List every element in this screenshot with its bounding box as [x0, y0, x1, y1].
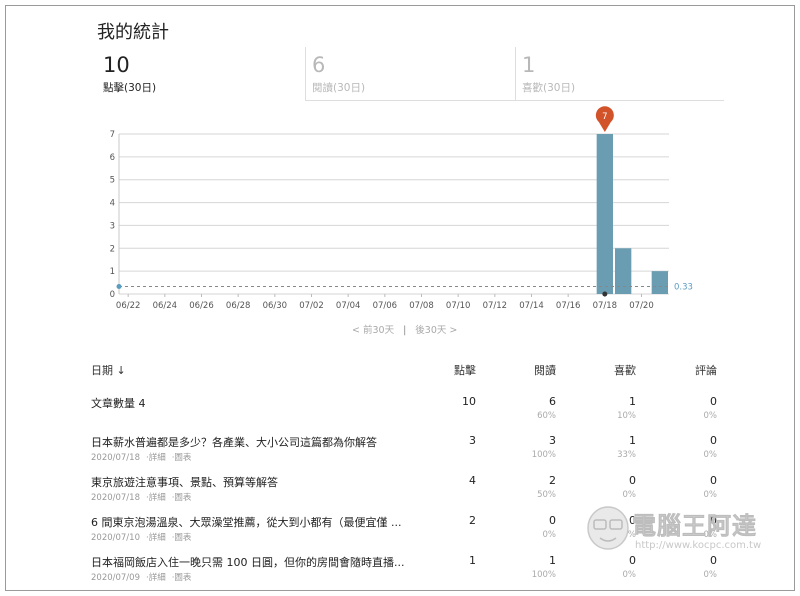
- post-chart-link[interactable]: ·圖表: [172, 453, 192, 463]
- y-tick-label: 5: [110, 176, 115, 186]
- post-date: 2020/07/18: [91, 453, 140, 463]
- chart-bar: [651, 271, 668, 294]
- post-reads-pct: 50%: [537, 490, 556, 500]
- post-chart-link[interactable]: ·圖表: [172, 493, 192, 503]
- summary-title: 文章數量 4: [91, 397, 146, 410]
- x-tick-label: 07/16: [556, 301, 581, 311]
- post-reads-pct: 100%: [531, 450, 556, 460]
- post-clicks: 1: [469, 554, 476, 567]
- post-reads: 1: [549, 554, 556, 567]
- post-comments-pct: 0%: [703, 570, 718, 580]
- x-tick-label: 07/14: [519, 301, 544, 311]
- x-tick-label: 07/18: [593, 301, 618, 311]
- x-tick-label: 06/28: [226, 301, 251, 311]
- summary-likes-pct: 10%: [617, 411, 636, 421]
- post-meta: 2020/07/10 ·詳細 ·圖表: [91, 531, 197, 543]
- post-date: 2020/07/18: [91, 493, 140, 503]
- header-likes[interactable]: 喜歡: [576, 362, 636, 378]
- post-reads: 2: [549, 474, 556, 487]
- post-meta: 2020/07/09 ·詳細 ·圖表: [91, 571, 197, 583]
- post-clicks: 3: [469, 434, 476, 447]
- average-dot: [116, 283, 122, 289]
- x-tick-label: 07/04: [336, 301, 361, 311]
- post-detail-link[interactable]: ·詳細: [146, 493, 166, 503]
- post-clicks: 4: [469, 474, 476, 487]
- mascot-icon: [587, 506, 629, 550]
- header-comments[interactable]: 評論: [657, 362, 717, 378]
- x-tick-label: 07/02: [299, 301, 324, 311]
- y-tick-label: 0: [110, 290, 115, 300]
- clicks-bar-chart: 0 1 2 3 4 5 6 7 0.33 06/22 06/24 06/26 06/28 06/30 07/…: [110, 106, 693, 311]
- x-tick-label: 07/12: [483, 301, 508, 311]
- y-tick-label: 6: [110, 153, 115, 163]
- next-30-days-link[interactable]: 後30天 >: [415, 325, 457, 336]
- chart-bar: [615, 248, 632, 294]
- summary-clicks: 10: [462, 395, 476, 408]
- chart-bar: [596, 134, 613, 294]
- post-title-link[interactable]: 日本薪水普遍都是多少？各產業、大小公司這篇都為你解答: [91, 434, 377, 450]
- post-date: 2020/07/10: [91, 533, 140, 543]
- post-detail-link[interactable]: ·詳細: [146, 573, 166, 583]
- post-reads: 3: [549, 434, 556, 447]
- max-value-label: 7: [602, 112, 607, 122]
- summary-reads-pct: 60%: [537, 411, 556, 421]
- pager-divider: |: [403, 325, 407, 336]
- post-comments-pct: 0%: [703, 490, 718, 500]
- post-meta: 2020/07/18 ·詳細 ·圖表: [91, 451, 197, 463]
- x-tick-label: 06/22: [116, 301, 141, 311]
- post-reads: 0: [549, 514, 556, 527]
- summary-comments-pct: 0%: [703, 411, 718, 421]
- x-tick-label: 06/26: [189, 301, 214, 311]
- x-tick-label: 06/30: [263, 301, 288, 311]
- post-comments-pct: 0%: [703, 450, 718, 460]
- watermark-url: http://www.kocpc.com.tw: [635, 540, 762, 551]
- header-reads[interactable]: 閱讀: [496, 362, 556, 378]
- x-tick-label: 07/06: [373, 301, 398, 311]
- post-likes: 0: [629, 474, 636, 487]
- post-reads-pct: 0%: [542, 530, 557, 540]
- x-tick-label: 07/10: [446, 301, 471, 311]
- summary-reads: 6: [549, 395, 556, 408]
- prev-30-days-link[interactable]: < 前30天: [352, 325, 394, 336]
- header-clicks[interactable]: 點擊: [416, 362, 476, 378]
- average-label: 0.33: [674, 282, 693, 292]
- post-likes-pct: 0%: [622, 570, 637, 580]
- summary-comments: 0: [710, 395, 717, 408]
- post-title-link[interactable]: 6 間東京泡湯溫泉、大眾澡堂推薦，從大到小都有（最便宜僅 ...: [91, 514, 401, 530]
- post-comments: 0: [710, 474, 717, 487]
- table-row: 日本薪水普遍都是多少？各產業、大小公司這篇都為你解答 2020/07/18 ·詳細…: [91, 434, 721, 472]
- x-tick-label: 06/24: [153, 301, 178, 311]
- x-tick-label: 07/20: [629, 301, 654, 311]
- post-chart-link[interactable]: ·圖表: [172, 573, 192, 583]
- post-likes-pct: 33%: [617, 450, 636, 460]
- post-likes-pct: 0%: [622, 490, 637, 500]
- post-comments: 0: [710, 434, 717, 447]
- y-tick-label: 7: [110, 130, 115, 140]
- post-title-link[interactable]: 東京旅遊注意事項、景點、預算等解答: [91, 474, 278, 490]
- post-date: 2020/07/09: [91, 573, 140, 583]
- post-chart-link[interactable]: ·圖表: [172, 533, 192, 543]
- watermark-text: 電腦王阿達: [632, 512, 757, 541]
- post-likes: 1: [629, 434, 636, 447]
- post-meta: 2020/07/18 ·詳細 ·圖表: [91, 491, 197, 503]
- post-clicks: 2: [469, 514, 476, 527]
- y-tick-label: 2: [110, 244, 115, 254]
- x-tick-label: 07/08: [409, 301, 434, 311]
- chart-pager: < 前30天 | 後30天 >: [352, 322, 457, 336]
- post-detail-link[interactable]: ·詳細: [146, 453, 166, 463]
- post-reads-pct: 100%: [531, 570, 556, 580]
- y-tick-label: 4: [110, 199, 115, 209]
- post-title-link[interactable]: 日本福岡飯店入住一晚只需 100 日圓，但你的房間會隨時直播...: [91, 554, 404, 570]
- summary-likes: 1: [629, 395, 636, 408]
- site-watermark: 電腦王阿達 http://www.kocpc.com.tw: [584, 502, 784, 562]
- summary-row: 文章數量 4 10 6 60% 1 10% 0 0%: [91, 395, 721, 433]
- y-tick-label: 3: [110, 221, 115, 231]
- header-date-sort[interactable]: 日期 ↓: [91, 362, 126, 378]
- post-detail-link[interactable]: ·詳細: [146, 533, 166, 543]
- selected-day-dot: [602, 291, 608, 297]
- y-tick-label: 1: [110, 267, 115, 277]
